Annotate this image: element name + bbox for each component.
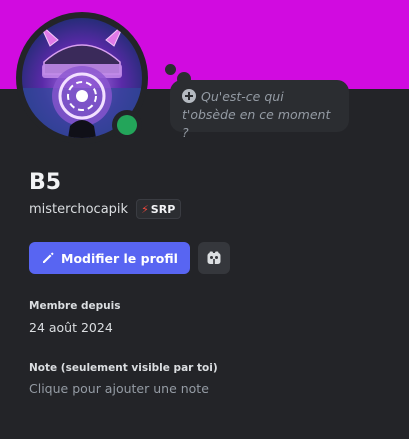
online-dot-icon <box>117 115 137 135</box>
display-name: B5 <box>29 170 62 195</box>
member-since-title: Membre depuis <box>29 300 121 312</box>
member-since-date: 24 août 2024 <box>29 320 113 335</box>
pencil-icon <box>43 252 54 263</box>
server-tag-button[interactable] <box>197 242 230 274</box>
avatar-frame <box>16 12 148 144</box>
edit-profile-label: Modifier le profil <box>61 250 178 266</box>
custom-status-placeholder: Qu'est-ce qui t'obsède en ce moment ? <box>182 89 331 140</box>
custom-status-bubble[interactable]: Qu'est-ce qui t'obsède en ce moment ? <box>170 80 349 140</box>
server-tag-icon <box>207 251 221 264</box>
note-input[interactable]: Clique pour ajouter une note <box>29 381 369 396</box>
add-circle-icon <box>182 89 196 103</box>
lightning-bolt-icon: ⚡ <box>141 202 149 216</box>
edit-profile-button[interactable]: Modifier le profil <box>29 242 190 274</box>
profile-actions: Modifier le profil <box>29 242 230 274</box>
server-tag-label: SRP <box>150 202 176 216</box>
server-tag-badge[interactable]: ⚡ SRP <box>136 199 182 219</box>
profile-popout: Qu'est-ce qui t'obsède en ce moment ? B5… <box>0 0 409 439</box>
online-status-indicator <box>112 110 142 140</box>
thought-bubble-dot <box>165 64 176 75</box>
username-row: misterchocapik ⚡ SRP <box>29 199 182 219</box>
note-title: Note (seulement visible par toi) <box>29 362 218 374</box>
username[interactable]: misterchocapik <box>29 202 128 217</box>
